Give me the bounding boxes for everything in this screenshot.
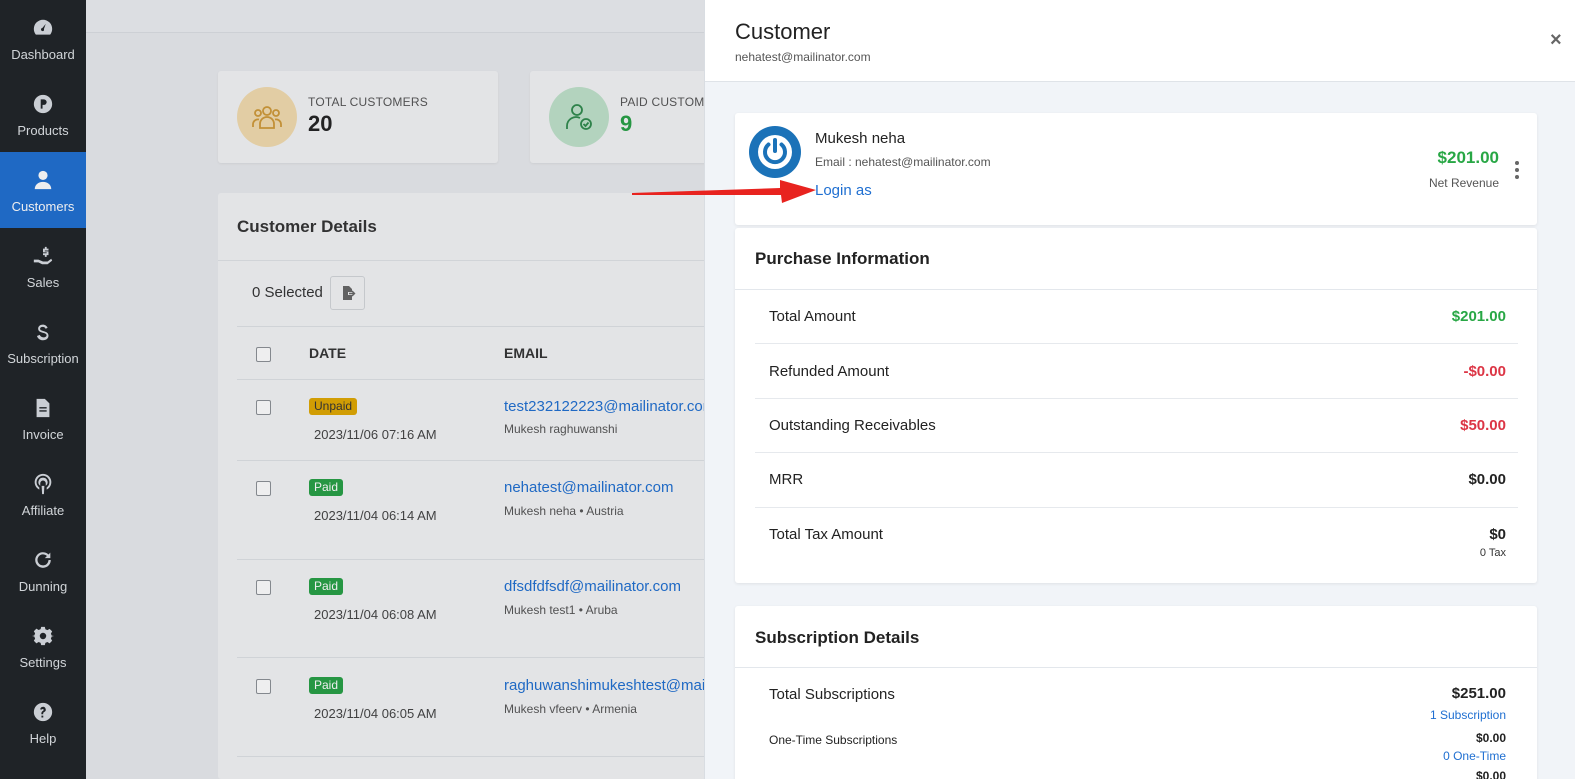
info-label: One-Time Subscriptions <box>769 733 898 747</box>
customer-drawer: Customer nehatest@mailinator.com × Mukes… <box>704 0 1575 779</box>
power-icon <box>758 135 792 169</box>
drawer-header: Customer nehatest@mailinator.com × <box>705 0 1575 82</box>
info-row-mrr: MRR $0.00 <box>755 453 1518 508</box>
info-value: $0.00 <box>1468 471 1506 488</box>
more-options-icon[interactable] <box>1515 161 1519 179</box>
section-title: Purchase Information <box>755 249 930 268</box>
section-title: Subscription Details <box>755 628 920 647</box>
close-icon[interactable]: × <box>1550 30 1562 50</box>
info-label: Total Amount <box>769 308 856 325</box>
info-value: $0.00 <box>1475 731 1506 745</box>
info-value: -$0.00 <box>1463 363 1506 380</box>
info-row-refunded-amount: Refunded Amount -$0.00 <box>755 344 1518 399</box>
info-subvalue: 0 Tax <box>1479 547 1506 559</box>
info-value: $251.00 <box>1451 685 1506 702</box>
onetime-count-link[interactable]: 0 One-Time <box>1443 749 1506 763</box>
annotation-arrow-icon <box>632 180 816 203</box>
info-label: Outstanding Receivables <box>769 417 936 434</box>
login-as-link[interactable]: Login as <box>815 182 872 199</box>
modal-backdrop[interactable] <box>0 0 706 779</box>
net-revenue-label: Net Revenue <box>1428 176 1499 190</box>
purchase-information-card: Purchase Information Total Amount $201.0… <box>735 228 1537 583</box>
customer-name: Mukesh neha <box>815 130 906 147</box>
net-revenue-value: $201.00 <box>1437 148 1499 167</box>
subscriptions-count-link[interactable]: 1 Subscription <box>1430 708 1506 722</box>
customer-profile-card: Mukesh neha Email : nehatest@mailinator.… <box>735 113 1537 225</box>
info-value: $50.00 <box>1460 417 1506 434</box>
info-label: Refunded Amount <box>769 363 890 380</box>
drawer-title: Customer <box>735 19 831 44</box>
info-row-outstanding-receivables: Outstanding Receivables $50.00 <box>755 399 1518 453</box>
info-row-total-tax: Total Tax Amount $0 0 Tax <box>755 508 1518 572</box>
divider <box>735 667 1537 668</box>
customer-email: Email : nehatest@mailinator.com <box>815 155 991 169</box>
info-label: Total Subscriptions <box>769 686 895 703</box>
info-value: $201.00 <box>1451 308 1506 325</box>
info-value: $0.00 <box>1475 769 1506 779</box>
info-label: MRR <box>769 471 804 488</box>
subscription-details-card: Subscription Details Total Subscriptions… <box>735 606 1537 779</box>
drawer-subtitle: nehatest@mailinator.com <box>735 50 871 64</box>
avatar <box>749 126 801 178</box>
info-label: Total Tax Amount <box>769 526 883 543</box>
info-value: $0 <box>1489 526 1506 543</box>
info-row-total-amount: Total Amount $201.00 <box>755 290 1518 344</box>
